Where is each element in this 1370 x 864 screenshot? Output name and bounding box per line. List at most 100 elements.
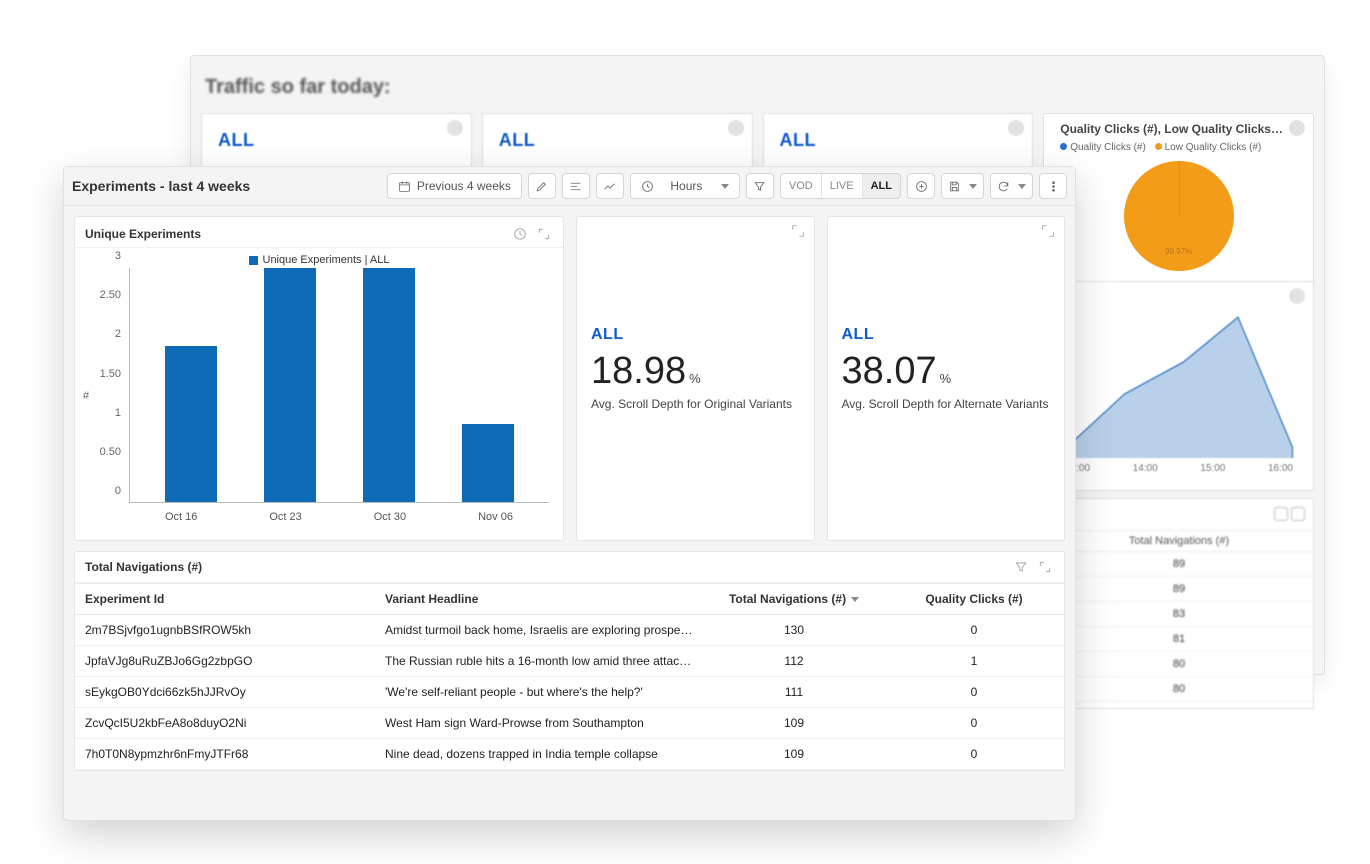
cell-id: JpfaVJg8uRuZBJo6Gg2zbpGO <box>75 646 375 677</box>
bar <box>363 268 415 502</box>
segment-vod[interactable]: VOD <box>781 174 822 198</box>
filter-button[interactable] <box>1012 558 1030 576</box>
chevron-down-icon <box>969 184 977 189</box>
segment-live[interactable]: LIVE <box>822 174 863 198</box>
chevron-down-icon <box>721 184 729 189</box>
edit-button[interactable] <box>528 173 556 199</box>
metric-all-label: ALL <box>591 326 800 344</box>
cell-headline: Amidst turmoil back home, Israelis are e… <box>375 615 704 646</box>
cell-qc: 0 <box>884 615 1064 646</box>
mini-row: 83 <box>1045 602 1313 627</box>
y-tick: 0.50 <box>81 446 121 458</box>
y-axis-symbol: # <box>83 390 89 402</box>
trend-icon <box>603 180 616 193</box>
y-tick: 1 <box>81 407 121 419</box>
navigations-table: Experiment Id Variant Headline Total Nav… <box>75 583 1064 770</box>
cell-headline: Nine dead, dozens trapped in India templ… <box>375 739 704 770</box>
scroll-depth-original-card: ALL 18.98% Avg. Scroll Depth for Origina… <box>576 216 815 541</box>
cell-nav: 130 <box>704 615 884 646</box>
expand-icon <box>537 227 551 241</box>
y-tick: 3 <box>81 250 121 262</box>
legend-text: Unique Experiments | ALL <box>263 254 390 266</box>
expand-button[interactable] <box>535 225 553 243</box>
gear-icon <box>1289 288 1305 304</box>
more-button[interactable] <box>1039 173 1067 199</box>
table-row[interactable]: 7h0T0N8ypmzhr6nFmyJTFr68Nine dead, dozen… <box>75 739 1064 770</box>
scroll-depth-alternate-card: ALL 38.07% Avg. Scroll Depth for Alterna… <box>827 216 1066 541</box>
bar <box>264 268 316 502</box>
expand-button[interactable] <box>790 223 806 244</box>
x-tick: 14:00 <box>1133 463 1158 474</box>
col-quality-clicks[interactable]: Quality Clicks (#) <box>884 584 1064 615</box>
filter-icon <box>1014 560 1028 574</box>
legend-square <box>249 256 258 265</box>
date-range-label: Previous 4 weeks <box>417 179 511 193</box>
granularity-select[interactable]: Hours <box>630 173 740 199</box>
plot-area <box>129 268 549 503</box>
table-row[interactable]: sEykgOB0Ydci66zk5hJJRvOy'We're self-reli… <box>75 677 1064 708</box>
metric-value: 38.07% <box>842 350 1051 393</box>
expand-button[interactable] <box>1036 558 1054 576</box>
bar-chart: 00.5011.5022.503 # Oct 16Oct 23Oct 30Nov… <box>81 268 557 523</box>
bg-title: Traffic so far today: <box>191 56 1324 113</box>
add-button[interactable] <box>907 173 935 199</box>
cell-headline: The Russian ruble hits a 16-month low am… <box>375 646 704 677</box>
bg-mini-table: Total Navigations (#) 89 89 83 81 80 80 <box>1044 498 1314 709</box>
history-button[interactable] <box>511 225 529 243</box>
refresh-dropdown[interactable] <box>990 173 1033 199</box>
mini-col-header: Total Navigations (#) <box>1045 530 1313 552</box>
table-row[interactable]: 2m7BSjvfgo1ugnbBSfROW5khAmidst turmoil b… <box>75 615 1064 646</box>
col-total-navigations[interactable]: Total Navigations (#) <box>704 584 884 615</box>
chart-title: Unique Experiments <box>85 227 201 241</box>
kebab-icon <box>1047 180 1060 193</box>
mini-row: 80 <box>1045 652 1313 677</box>
bar <box>165 346 217 502</box>
x-tick: Nov 06 <box>478 511 513 523</box>
filter-icon <box>753 180 766 193</box>
legend-item: Low Quality Clicks (#) <box>1165 142 1262 153</box>
col-experiment-id[interactable]: Experiment Id <box>75 584 375 615</box>
area-x-axis: 13:00 14:00 15:00 16:00 <box>1061 463 1297 474</box>
expand-button[interactable] <box>1040 223 1056 244</box>
toolbar: Experiments - last 4 weeks Previous 4 we… <box>64 167 1075 206</box>
clock-icon <box>513 227 527 241</box>
gear-icon <box>1291 507 1305 521</box>
bg-all-label: ALL <box>780 130 1017 151</box>
gear-icon <box>728 120 744 136</box>
cell-headline: 'We're self-reliant people - but where's… <box>375 677 704 708</box>
date-range-picker[interactable]: Previous 4 weeks <box>387 173 522 199</box>
cell-id: 7h0T0N8ypmzhr6nFmyJTFr68 <box>75 739 375 770</box>
mini-row: 81 <box>1045 627 1313 652</box>
bg-pie-card: Quality Clicks (#), Low Quality Clicks… … <box>1043 113 1314 288</box>
y-tick: 0 <box>81 485 121 497</box>
expand-icon <box>1040 223 1056 239</box>
legend-dot-blue <box>1060 143 1067 150</box>
funnel-icon <box>1274 507 1288 521</box>
x-tick: Oct 30 <box>374 511 406 523</box>
metric-subtitle: Avg. Scroll Depth for Original Variants <box>591 397 800 411</box>
area-chart <box>1061 298 1297 458</box>
chevron-down-icon <box>1018 184 1026 189</box>
bars-container <box>130 268 549 502</box>
mini-row: 89 <box>1045 577 1313 602</box>
filter-button[interactable] <box>746 173 774 199</box>
bg-area-card: 13:00 14:00 15:00 16:00 <box>1044 281 1314 491</box>
cell-headline: West Ham sign Ward-Prowse from Southampt… <box>375 708 704 739</box>
align-button[interactable] <box>562 173 590 199</box>
segment-all[interactable]: ALL <box>863 174 900 198</box>
bg-all-label: ALL <box>499 130 736 151</box>
metric-all-label: ALL <box>842 326 1051 344</box>
col-variant-headline[interactable]: Variant Headline <box>375 584 704 615</box>
table-row[interactable]: JpfaVJg8uRuZBJo6Gg2zbpGOThe Russian rubl… <box>75 646 1064 677</box>
navigations-table-card: Total Navigations (#) Experiment Id Vari… <box>74 551 1065 771</box>
x-tick: Oct 23 <box>269 511 301 523</box>
trend-button[interactable] <box>596 173 624 199</box>
legend-item: Quality Clicks (#) <box>1070 142 1146 153</box>
pie-chart: 99.97% <box>1124 161 1234 271</box>
save-dropdown[interactable] <box>941 173 984 199</box>
segment-control[interactable]: VOD LIVE ALL <box>780 173 901 199</box>
table-row[interactable]: ZcvQcI5U2kbFeA8o8duyO2NiWest Ham sign Wa… <box>75 708 1064 739</box>
expand-icon <box>790 223 806 239</box>
mini-row: 80 <box>1045 677 1313 702</box>
align-left-icon <box>569 180 582 193</box>
